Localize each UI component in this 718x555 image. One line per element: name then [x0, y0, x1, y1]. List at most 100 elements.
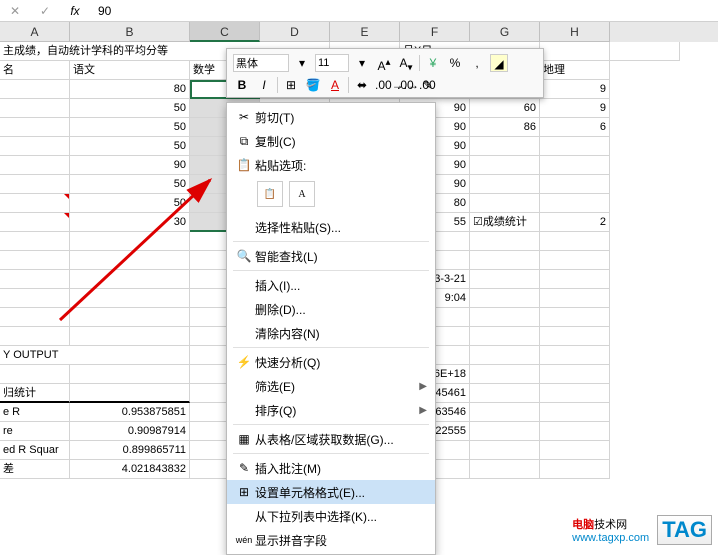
cell[interactable]: 0.953875851 [70, 403, 190, 422]
cell[interactable] [70, 251, 190, 270]
cell[interactable]: ☑成绩统计 [470, 213, 540, 232]
cell[interactable]: 语文 [70, 61, 190, 80]
chevron-down-icon[interactable]: ▾ [353, 54, 371, 72]
percent-icon[interactable]: % [446, 54, 464, 72]
cell[interactable] [0, 194, 70, 213]
menu-clear[interactable]: 清除内容(N) [227, 321, 435, 345]
font-color-icon[interactable]: A [326, 76, 344, 94]
cell[interactable]: 6 [540, 118, 610, 137]
cell[interactable] [470, 441, 540, 460]
cell[interactable] [540, 441, 610, 460]
cell[interactable]: 9 [540, 80, 610, 99]
cell[interactable]: 归统计 [0, 384, 70, 403]
cell[interactable] [470, 270, 540, 289]
menu-pick-from-list[interactable]: 从下拉列表中选择(K)... [227, 504, 435, 528]
cell[interactable]: 90 [70, 156, 190, 175]
cell[interactable]: e R [0, 403, 70, 422]
increase-font-icon[interactable]: A▴ [375, 54, 393, 72]
cell[interactable] [540, 270, 610, 289]
cell[interactable] [540, 327, 610, 346]
cell[interactable] [0, 270, 70, 289]
cell[interactable]: 60 [470, 99, 540, 118]
cell[interactable] [470, 137, 540, 156]
merge-icon[interactable]: ⬌ [353, 76, 371, 94]
cell[interactable] [470, 251, 540, 270]
italic-icon[interactable]: I [255, 76, 273, 94]
cell[interactable] [540, 175, 610, 194]
cell[interactable]: 50 [70, 137, 190, 156]
col-D[interactable]: D [260, 22, 330, 42]
cell[interactable] [540, 156, 610, 175]
cell[interactable] [70, 365, 190, 384]
cell[interactable]: 2 [540, 213, 610, 232]
cancel-edit-icon[interactable]: ✕ [0, 4, 30, 18]
font-size-select[interactable] [315, 54, 349, 72]
cell[interactable]: 4.021843832 [70, 460, 190, 479]
paste-option-values[interactable]: A [289, 181, 315, 207]
cell[interactable] [540, 384, 610, 403]
col-A[interactable]: A [0, 22, 70, 42]
cell[interactable] [540, 422, 610, 441]
paste-option-default[interactable]: 📋 [257, 181, 283, 207]
cell[interactable] [470, 422, 540, 441]
cell[interactable] [0, 175, 70, 194]
currency-icon[interactable]: ¥ [424, 54, 442, 72]
menu-cut[interactable]: ✂剪切(T) [227, 105, 435, 129]
cell[interactable] [0, 213, 70, 232]
cell[interactable] [470, 460, 540, 479]
cell[interactable]: ed R Squar [0, 441, 70, 460]
cell[interactable] [540, 289, 610, 308]
cell[interactable] [0, 232, 70, 251]
cell[interactable] [470, 403, 540, 422]
cell[interactable]: 50 [70, 118, 190, 137]
col-E[interactable]: E [330, 22, 400, 42]
cell[interactable]: 80 [70, 80, 190, 99]
cell[interactable] [0, 289, 70, 308]
cell[interactable]: 0.90987914 [70, 422, 190, 441]
menu-smart-lookup[interactable]: 🔍智能查找(L) [227, 244, 435, 268]
cell[interactable] [540, 137, 610, 156]
menu-delete[interactable]: 删除(D)... [227, 297, 435, 321]
cell[interactable] [70, 308, 190, 327]
col-C[interactable]: C [190, 22, 260, 42]
cell[interactable] [70, 289, 190, 308]
cell[interactable] [0, 156, 70, 175]
cell[interactable] [470, 365, 540, 384]
cell[interactable] [0, 327, 70, 346]
cell[interactable] [70, 232, 190, 251]
confirm-edit-icon[interactable]: ✓ [30, 4, 60, 18]
col-G[interactable]: G [470, 22, 540, 42]
font-select[interactable] [233, 54, 289, 72]
cell[interactable] [0, 365, 70, 384]
cell[interactable] [540, 365, 610, 384]
chevron-down-icon[interactable]: ▾ [293, 54, 311, 72]
col-H[interactable]: H [540, 22, 610, 42]
cell[interactable] [470, 289, 540, 308]
cell[interactable] [540, 194, 610, 213]
cell[interactable] [470, 308, 540, 327]
cell[interactable] [610, 42, 680, 61]
cell[interactable] [0, 308, 70, 327]
cell[interactable]: Y OUTPUT [0, 346, 190, 365]
decrease-font-icon[interactable]: A▾ [397, 54, 415, 72]
cell[interactable]: 名 [0, 61, 70, 80]
cell[interactable]: re [0, 422, 70, 441]
fill-color-icon[interactable]: ◢ [490, 54, 508, 72]
cell[interactable] [470, 156, 540, 175]
border-icon[interactable]: ⊞ [282, 76, 300, 94]
cell[interactable] [470, 232, 540, 251]
bold-icon[interactable]: B [233, 76, 251, 94]
menu-format-cells[interactable]: ⊞设置单元格格式(E)... [227, 480, 435, 504]
cell[interactable] [470, 346, 540, 365]
cell[interactable] [0, 99, 70, 118]
menu-show-pinyin[interactable]: wén显示拼音字段 [227, 528, 435, 552]
comma-icon[interactable]: , [468, 54, 486, 72]
cell[interactable]: 50 [70, 99, 190, 118]
decrease-decimal-icon[interactable]: .00→.0 [375, 76, 393, 94]
menu-insert-comment[interactable]: ✎插入批注(M) [227, 456, 435, 480]
cell[interactable] [0, 251, 70, 270]
cell[interactable] [470, 327, 540, 346]
menu-paste-special[interactable]: 选择性粘贴(S)... [227, 215, 435, 239]
cell[interactable] [540, 403, 610, 422]
cell[interactable] [70, 270, 190, 289]
